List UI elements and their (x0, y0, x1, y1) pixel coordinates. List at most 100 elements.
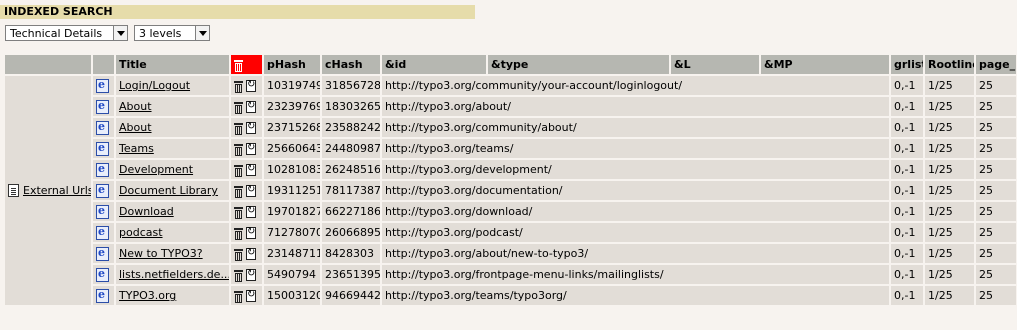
reindex-icon[interactable] (246, 99, 256, 113)
row-title-link[interactable]: lists.netfielders.de... (119, 268, 228, 281)
row-icon-cell (92, 75, 116, 97)
chash-cell: 236513955 (321, 264, 382, 286)
trash-icon[interactable] (234, 290, 243, 303)
row-icon-cell (92, 222, 116, 244)
external-url-icon[interactable] (96, 99, 109, 114)
group-link-external-urls[interactable]: External Urls (23, 184, 90, 197)
row-title-link[interactable]: podcast (119, 226, 163, 239)
phash-cell: 231487114 (263, 243, 322, 265)
phash-cell: 25660643 (263, 138, 322, 160)
table-row: New to TYPO3? 2314871148428303http://typo… (5, 243, 1017, 265)
reindex-icon[interactable] (246, 288, 256, 302)
section-title: INDEXED SEARCH (0, 5, 475, 19)
actions-cell (230, 159, 264, 181)
title-cell: About (115, 96, 231, 118)
reindex-icon[interactable] (246, 246, 256, 260)
row-icon-cell (92, 117, 116, 139)
external-url-icon[interactable] (96, 246, 109, 261)
phash-cell: 71278070 (263, 222, 322, 244)
external-url-icon[interactable] (96, 267, 109, 282)
delete-all-button[interactable] (230, 55, 264, 76)
row-icon-cell (92, 159, 116, 181)
table-row: podcast 71278070260668958http://typo3.org… (5, 222, 1017, 244)
row-title-link[interactable]: TYPO3.org (119, 289, 176, 302)
trash-icon[interactable] (234, 80, 243, 93)
grlist-cell: 0,-1 (890, 180, 925, 202)
depth-select-value: 3 levels (139, 27, 182, 40)
row-title-link[interactable]: New to TYPO3? (119, 247, 203, 260)
external-url-icon[interactable] (96, 120, 109, 135)
title-cell: TYPO3.org (115, 285, 231, 307)
table-row: Document Library 19311251378117387http://… (5, 180, 1017, 202)
reindex-icon[interactable] (246, 162, 256, 176)
row-icon-cell (92, 180, 116, 202)
external-url-icon[interactable] (96, 162, 109, 177)
chash-cell: 244809879 (321, 138, 382, 160)
chevron-down-icon (113, 26, 127, 40)
url-cell: http://typo3.org/development/ (381, 159, 891, 181)
chash-cell: 8428303 (321, 243, 382, 265)
actions-cell (230, 201, 264, 223)
page-cell: 25 (975, 96, 1017, 118)
table-row: About 23715268235882421http://typo3.org/c… (5, 117, 1017, 139)
chevron-down-icon (195, 26, 209, 40)
url-cell: http://typo3.org/community/about/ (381, 117, 891, 139)
page-cell: 25 (975, 285, 1017, 307)
trash-icon[interactable] (234, 206, 243, 219)
row-title-link[interactable]: Teams (119, 142, 154, 155)
external-url-icon[interactable] (96, 225, 109, 240)
column-l: &L (670, 55, 761, 76)
page-cell: 25 (975, 138, 1017, 160)
reindex-icon[interactable] (246, 225, 256, 239)
trash-icon[interactable] (234, 248, 243, 261)
row-title-link[interactable]: About (119, 121, 152, 134)
title-cell: Teams (115, 138, 231, 160)
external-url-icon[interactable] (96, 141, 109, 156)
external-url-icon[interactable] (96, 288, 109, 303)
phash-cell: 103197494 (263, 75, 322, 97)
group-cell: External Urls (5, 75, 93, 307)
chash-cell: 78117387 (321, 180, 382, 202)
trash-icon[interactable] (234, 227, 243, 240)
trash-icon[interactable] (234, 164, 243, 177)
row-title-link[interactable]: Development (119, 163, 193, 176)
row-title-link[interactable]: Login/Logout (119, 79, 190, 92)
mode-select[interactable]: Technical Details (5, 25, 128, 41)
title-cell: Document Library (115, 180, 231, 202)
trash-icon[interactable] (234, 185, 243, 198)
trash-icon[interactable] (234, 101, 243, 114)
depth-select[interactable]: 3 levels (134, 25, 210, 41)
reindex-icon[interactable] (246, 120, 256, 134)
external-url-icon[interactable] (96, 78, 109, 93)
chash-cell: 183032655 (321, 96, 382, 118)
column-mp: &MP (760, 55, 891, 76)
actions-cell (230, 75, 264, 97)
title-cell: About (115, 117, 231, 139)
trash-icon[interactable] (234, 143, 243, 156)
row-title-link[interactable]: Download (119, 205, 174, 218)
reindex-icon[interactable] (246, 204, 256, 218)
grlist-cell: 0,-1 (890, 243, 925, 265)
row-icon-cell (92, 264, 116, 286)
chash-cell: 235882421 (321, 117, 382, 139)
external-url-icon[interactable] (96, 204, 109, 219)
page-icon (8, 184, 19, 198)
external-url-icon[interactable] (96, 183, 109, 198)
rootline-cell: 1/25 (924, 96, 976, 118)
reindex-icon[interactable] (246, 183, 256, 197)
reindex-icon[interactable] (246, 267, 256, 281)
column-title: Title (115, 55, 231, 76)
url-cell: http://typo3.org/teams/typo3org/ (381, 285, 891, 307)
trash-icon[interactable] (234, 122, 243, 135)
trash-icon[interactable] (234, 269, 243, 282)
reindex-icon[interactable] (246, 141, 256, 155)
reindex-icon[interactable] (246, 78, 256, 92)
rootline-cell: 1/25 (924, 75, 976, 97)
row-title-link[interactable]: Document Library (119, 184, 218, 197)
title-cell: Development (115, 159, 231, 181)
rootline-cell: 1/25 (924, 243, 976, 265)
table-row: TYPO3.org 15003120394669442http://typo3.o… (5, 285, 1017, 307)
row-title-link[interactable]: About (119, 100, 152, 113)
row-icon-cell (92, 201, 116, 223)
row-icon-cell (92, 243, 116, 265)
